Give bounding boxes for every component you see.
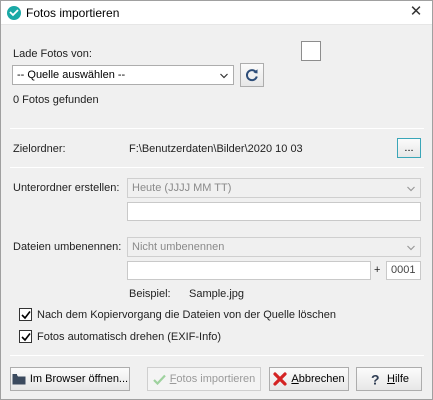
close-icon[interactable]: ✕ — [408, 4, 424, 20]
rename-label: Dateien umbenennen: — [13, 241, 122, 253]
source-label: Lade Fotos von: — [13, 48, 92, 60]
app-logo-icon — [7, 6, 21, 20]
rename-select[interactable]: Nicht umbenennen — [127, 237, 421, 257]
red-x-icon — [273, 372, 287, 386]
delete-after-copy-checkbox[interactable] — [19, 308, 32, 321]
subfolder-select[interactable]: Heute (JJJJ MM TT) — [127, 178, 421, 198]
folder-icon — [12, 374, 26, 385]
browse-folder-button[interactable]: ... — [397, 138, 421, 158]
checkmark-icon — [21, 311, 31, 320]
example-value: Sample.jpg — [189, 288, 245, 300]
separator — [10, 167, 424, 168]
import-photos-label: Fotos importieren — [170, 373, 256, 385]
open-in-browser-button[interactable]: Im Browser öffnen... — [10, 367, 130, 391]
import-label-rest: otos importieren — [176, 373, 256, 385]
separator — [10, 128, 424, 129]
refresh-icon — [246, 69, 258, 82]
cancel-accesskey: A — [291, 373, 299, 385]
cancel-button[interactable]: Abbrechen — [269, 367, 349, 391]
help-label-rest: ilfe — [394, 373, 409, 385]
rename-select-value: Nicht umbenennen — [132, 241, 225, 253]
plus-sign: + — [374, 264, 381, 276]
subfolder-select-value: Heute (JJJJ MM TT) — [132, 182, 232, 194]
title-bar: Fotos importieren ✕ — [1, 1, 432, 25]
found-count: 0 Fotos gefunden — [13, 94, 99, 106]
help-accesskey: H — [386, 373, 395, 385]
import-dialog: Fotos importieren ✕ Lade Fotos von: -- Q… — [0, 0, 433, 400]
source-select-value: -- Quelle auswählen -- — [17, 69, 126, 81]
refresh-button[interactable] — [240, 63, 264, 87]
chevron-down-icon — [220, 73, 228, 79]
target-folder-path: F:\Benutzerdaten\Bilder\2020 10 03 — [129, 143, 303, 155]
auto-rotate-label[interactable]: Fotos automatisch drehen (EXIF-Info) — [37, 331, 221, 343]
counter-field[interactable]: 0001 — [386, 261, 421, 280]
open-in-browser-label: Im Browser öffnen... — [29, 373, 129, 385]
auto-rotate-checkbox[interactable] — [19, 330, 32, 343]
rename-pattern-field[interactable] — [127, 261, 371, 280]
browse-label: ... — [404, 142, 414, 154]
subfolder-label: Unterordner erstellen: — [13, 182, 120, 194]
target-folder-label: Zielordner: — [13, 143, 66, 155]
svg-text:?: ? — [371, 372, 380, 386]
cancel-label-rest: bbrechen — [298, 373, 345, 385]
help-button[interactable]: ? Hilfe — [356, 367, 422, 391]
question-icon: ? — [371, 372, 380, 386]
cancel-label: Abbrechen — [291, 373, 344, 385]
example-label: Beispiel: — [129, 288, 171, 300]
checkmark-icon — [21, 333, 31, 342]
source-select[interactable]: -- Quelle auswählen -- — [12, 65, 234, 85]
import-photos-button[interactable]: Fotos importieren — [147, 367, 261, 391]
chevron-down-icon — [407, 186, 415, 192]
window-title: Fotos importieren — [26, 6, 120, 20]
preview-thumbnail — [301, 41, 321, 61]
delete-after-copy-label[interactable]: Nach dem Kopiervorgang die Dateien von d… — [37, 309, 336, 321]
subfolder-name-field[interactable] — [127, 202, 421, 221]
separator — [10, 355, 424, 356]
help-label: Hilfe — [387, 373, 409, 385]
checkmark-icon — [152, 374, 166, 385]
chevron-down-icon — [407, 245, 415, 251]
